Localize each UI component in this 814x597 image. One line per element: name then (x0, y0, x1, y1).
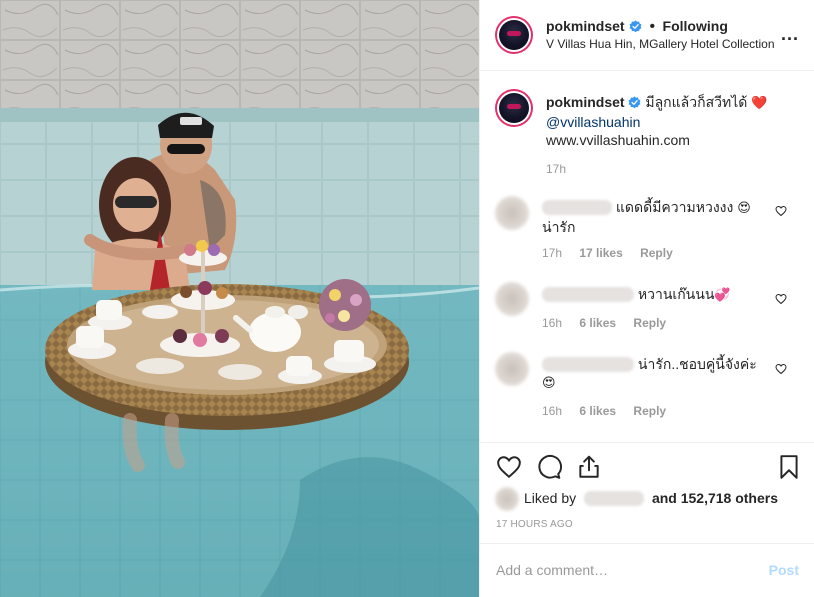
comments-list[interactable]: pokmindset มีลูกแล้วก็สวีทได้ ❤️ @vvilla… (480, 72, 814, 442)
caption-avatar[interactable] (495, 89, 533, 127)
photo-illustration (0, 0, 479, 597)
comment-time[interactable]: 17h (542, 246, 562, 260)
heart-eyes-emoji: 😍 (737, 201, 751, 216)
commenter-username-blurred[interactable] (542, 357, 634, 372)
post-comment-button[interactable]: Post (769, 562, 799, 578)
reply-button[interactable]: Reply (633, 404, 666, 418)
caption-mention-link[interactable]: @vvillashuahin (546, 114, 640, 130)
more-options-icon[interactable]: ... (781, 24, 799, 45)
commenter-avatar[interactable] (495, 196, 529, 230)
verified-badge-icon (629, 20, 642, 33)
caption-time[interactable]: 17h (546, 162, 566, 176)
like-comment-heart-icon[interactable] (775, 363, 787, 375)
commenter-avatar[interactable] (495, 352, 529, 386)
commenter-username-blurred[interactable] (542, 200, 612, 215)
liker-avatar-blurred[interactable] (495, 487, 519, 511)
caption-text: มีลูกแล้วก็สวีทได้ (645, 94, 748, 110)
add-comment-bar: Add a comment… Post (480, 543, 814, 597)
liked-by: Liked by and 152,718 others (524, 490, 778, 506)
comment-text-continued: น่ารัก (542, 219, 576, 235)
comment-text: น่ารัก..ชอบคู่นี้จังค่ะ (637, 356, 757, 372)
following-button[interactable]: Following (663, 18, 728, 34)
comment-bubble-icon[interactable] (536, 454, 562, 480)
reply-button[interactable]: Reply (633, 316, 666, 330)
likes-count[interactable]: and 152,718 others (652, 490, 778, 506)
post-photo[interactable] (0, 0, 479, 597)
share-icon[interactable] (576, 454, 602, 480)
like-comment-heart-icon[interactable] (775, 293, 787, 305)
comment-likes[interactable]: 6 likes (579, 404, 616, 418)
verified-badge-icon (629, 96, 641, 109)
post-location[interactable]: V Villas Hua Hin, MGallery Hotel Collect… (546, 37, 775, 51)
caption-website: www.vvillashuahin.com (546, 132, 690, 148)
post-time-ago[interactable]: 17 HOURS AGO (496, 519, 573, 530)
author-avatar[interactable] (495, 16, 533, 54)
add-comment-input[interactable]: Add a comment… (496, 562, 608, 578)
author-username[interactable]: pokmindset (546, 18, 625, 34)
reply-button[interactable]: Reply (640, 246, 673, 260)
post-header: pokmindset • Following V Villas Hua Hin,… (480, 0, 814, 71)
comment-time[interactable]: 16h (542, 316, 562, 330)
comment-likes[interactable]: 17 likes (579, 246, 622, 260)
comment-time[interactable]: 16h (542, 404, 562, 418)
red-heart-emoji: ❤️ (751, 96, 768, 111)
heart-eyes-emoji: 😍 (542, 376, 556, 391)
commenter-username-blurred[interactable] (542, 287, 634, 302)
caption-username[interactable]: pokmindset (546, 94, 625, 110)
like-comment-heart-icon[interactable] (775, 205, 787, 217)
post-side-panel: pokmindset • Following V Villas Hua Hin,… (479, 0, 814, 597)
comment-likes[interactable]: 6 likes (579, 316, 616, 330)
liked-by-prefix: Liked by (524, 490, 577, 506)
commenter-avatar[interactable] (495, 282, 529, 316)
comment-text: แดดดี้มีความหวงงง (615, 199, 734, 215)
comment-text: หวานเก๊นนน (637, 286, 715, 302)
two-hearts-emoji: 💞 (714, 288, 731, 303)
separator-dot: • (649, 18, 656, 35)
bookmark-icon[interactable] (776, 454, 802, 480)
heart-outline-icon[interactable] (496, 454, 522, 480)
liker-username-blurred[interactable] (584, 491, 645, 506)
